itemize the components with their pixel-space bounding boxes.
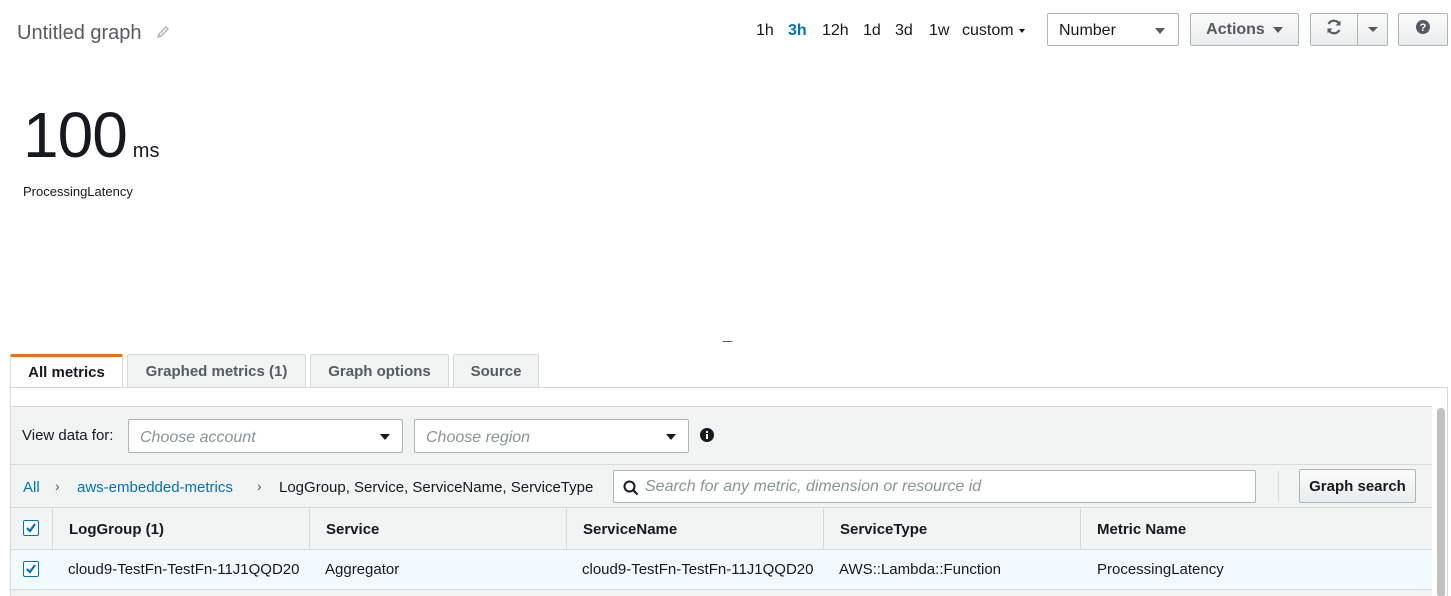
table-row[interactable]: cloud9-TestFn-TestFn-11J1QQD20 Aggregato… — [11, 550, 1432, 590]
metric-label: ProcessingLatency — [23, 184, 133, 199]
cell-metric-name: ProcessingLatency — [1097, 561, 1224, 578]
breadcrumb-dimensions: LogGroup, Service, ServiceName, ServiceT… — [279, 479, 594, 496]
tab-source[interactable]: Source — [453, 354, 539, 388]
breadcrumb: All › aws-embedded-metrics › LogGroup, S… — [11, 465, 1432, 508]
actions-button[interactable]: Actions — [1190, 13, 1299, 46]
column-metric-name[interactable]: Metric Name — [1080, 508, 1432, 550]
breadcrumb-namespace[interactable]: aws-embedded-metrics — [77, 479, 233, 496]
refresh-icon — [1325, 18, 1343, 41]
chevron-down-icon — [666, 434, 676, 440]
scrollbar[interactable] — [1437, 408, 1445, 596]
metric-search[interactable] — [613, 470, 1256, 503]
column-loggroup[interactable]: LogGroup (1) — [52, 508, 309, 550]
chevron-right-icon: › — [55, 478, 60, 494]
metric-value-display: 100 ms — [23, 98, 159, 172]
checkmark-icon — [26, 523, 36, 533]
account-select[interactable]: Choose account — [128, 419, 403, 453]
range-1h[interactable]: 1h — [756, 22, 774, 40]
chevron-down-icon — [1367, 27, 1378, 32]
region-placeholder: Choose region — [426, 429, 531, 446]
tab-all-metrics[interactable]: All metrics — [10, 354, 123, 388]
row-checkbox[interactable] — [23, 561, 39, 577]
tab-graphed-metrics[interactable]: Graphed metrics (1) — [127, 354, 306, 388]
cell-servicename: cloud9-TestFn-TestFn-11J1QQD20 — [582, 561, 814, 578]
tab-bar: All metrics Graphed metrics (1) Graph op… — [10, 354, 543, 388]
checkmark-icon — [26, 564, 36, 574]
chevron-down-icon — [1155, 28, 1165, 34]
graph-title-row: Untitled graph — [17, 22, 170, 45]
table-header: LogGroup (1) Service ServiceName Service… — [11, 508, 1432, 550]
column-servicetype[interactable]: ServiceType — [823, 508, 1080, 550]
cell-service: Aggregator — [325, 561, 400, 578]
view-type-value: Number — [1059, 22, 1116, 39]
refresh-options-button[interactable] — [1357, 13, 1388, 46]
info-icon[interactable] — [700, 428, 714, 447]
tab-graph-options[interactable]: Graph options — [310, 354, 449, 388]
custom-label: custom — [962, 22, 1014, 39]
range-custom[interactable]: custom — [962, 22, 1025, 40]
breadcrumb-all[interactable]: All — [23, 479, 40, 496]
help-icon: ? — [1416, 20, 1430, 39]
view-type-select[interactable]: Number — [1047, 13, 1179, 46]
range-3h[interactable]: 3h — [788, 22, 807, 40]
resize-handle[interactable]: --- — [722, 333, 733, 348]
range-12h[interactable]: 12h — [822, 22, 849, 40]
filter-row: View data for: Choose account Choose reg… — [11, 407, 1432, 465]
column-servicename[interactable]: ServiceName — [566, 508, 823, 550]
chevron-down-icon — [1272, 26, 1283, 33]
region-select[interactable]: Choose region — [414, 419, 689, 453]
search-icon — [623, 480, 639, 501]
actions-label: Actions — [1206, 20, 1265, 38]
range-3d[interactable]: 3d — [895, 22, 913, 40]
metrics-panel: View data for: Choose account Choose reg… — [10, 387, 1448, 596]
range-1w[interactable]: 1w — [929, 22, 949, 40]
help-button[interactable]: ? — [1398, 13, 1448, 46]
svg-text:?: ? — [1420, 22, 1427, 34]
refresh-button[interactable] — [1310, 13, 1358, 46]
range-1d[interactable]: 1d — [863, 22, 881, 40]
graph-title: Untitled graph — [17, 22, 142, 44]
divider — [1278, 471, 1279, 503]
view-data-label: View data for: — [22, 427, 114, 444]
select-all-cell — [11, 508, 52, 550]
select-all-checkbox[interactable] — [23, 520, 39, 536]
account-placeholder: Choose account — [140, 429, 256, 446]
chevron-down-icon — [380, 434, 390, 440]
metric-unit: ms — [132, 140, 160, 162]
graph-search-button[interactable]: Graph search — [1299, 469, 1416, 503]
metrics-browser: View data for: Choose account Choose reg… — [11, 406, 1432, 596]
pencil-icon[interactable] — [156, 25, 170, 44]
chevron-right-icon: › — [257, 478, 262, 494]
cell-loggroup: cloud9-TestFn-TestFn-11J1QQD20 — [68, 561, 300, 578]
search-input[interactable] — [645, 476, 1245, 498]
cell-servicetype: AWS::Lambda::Function — [839, 561, 1002, 578]
column-service[interactable]: Service — [309, 508, 566, 550]
caret-down-icon — [1018, 28, 1025, 33]
metric-value: 100 — [23, 99, 128, 171]
